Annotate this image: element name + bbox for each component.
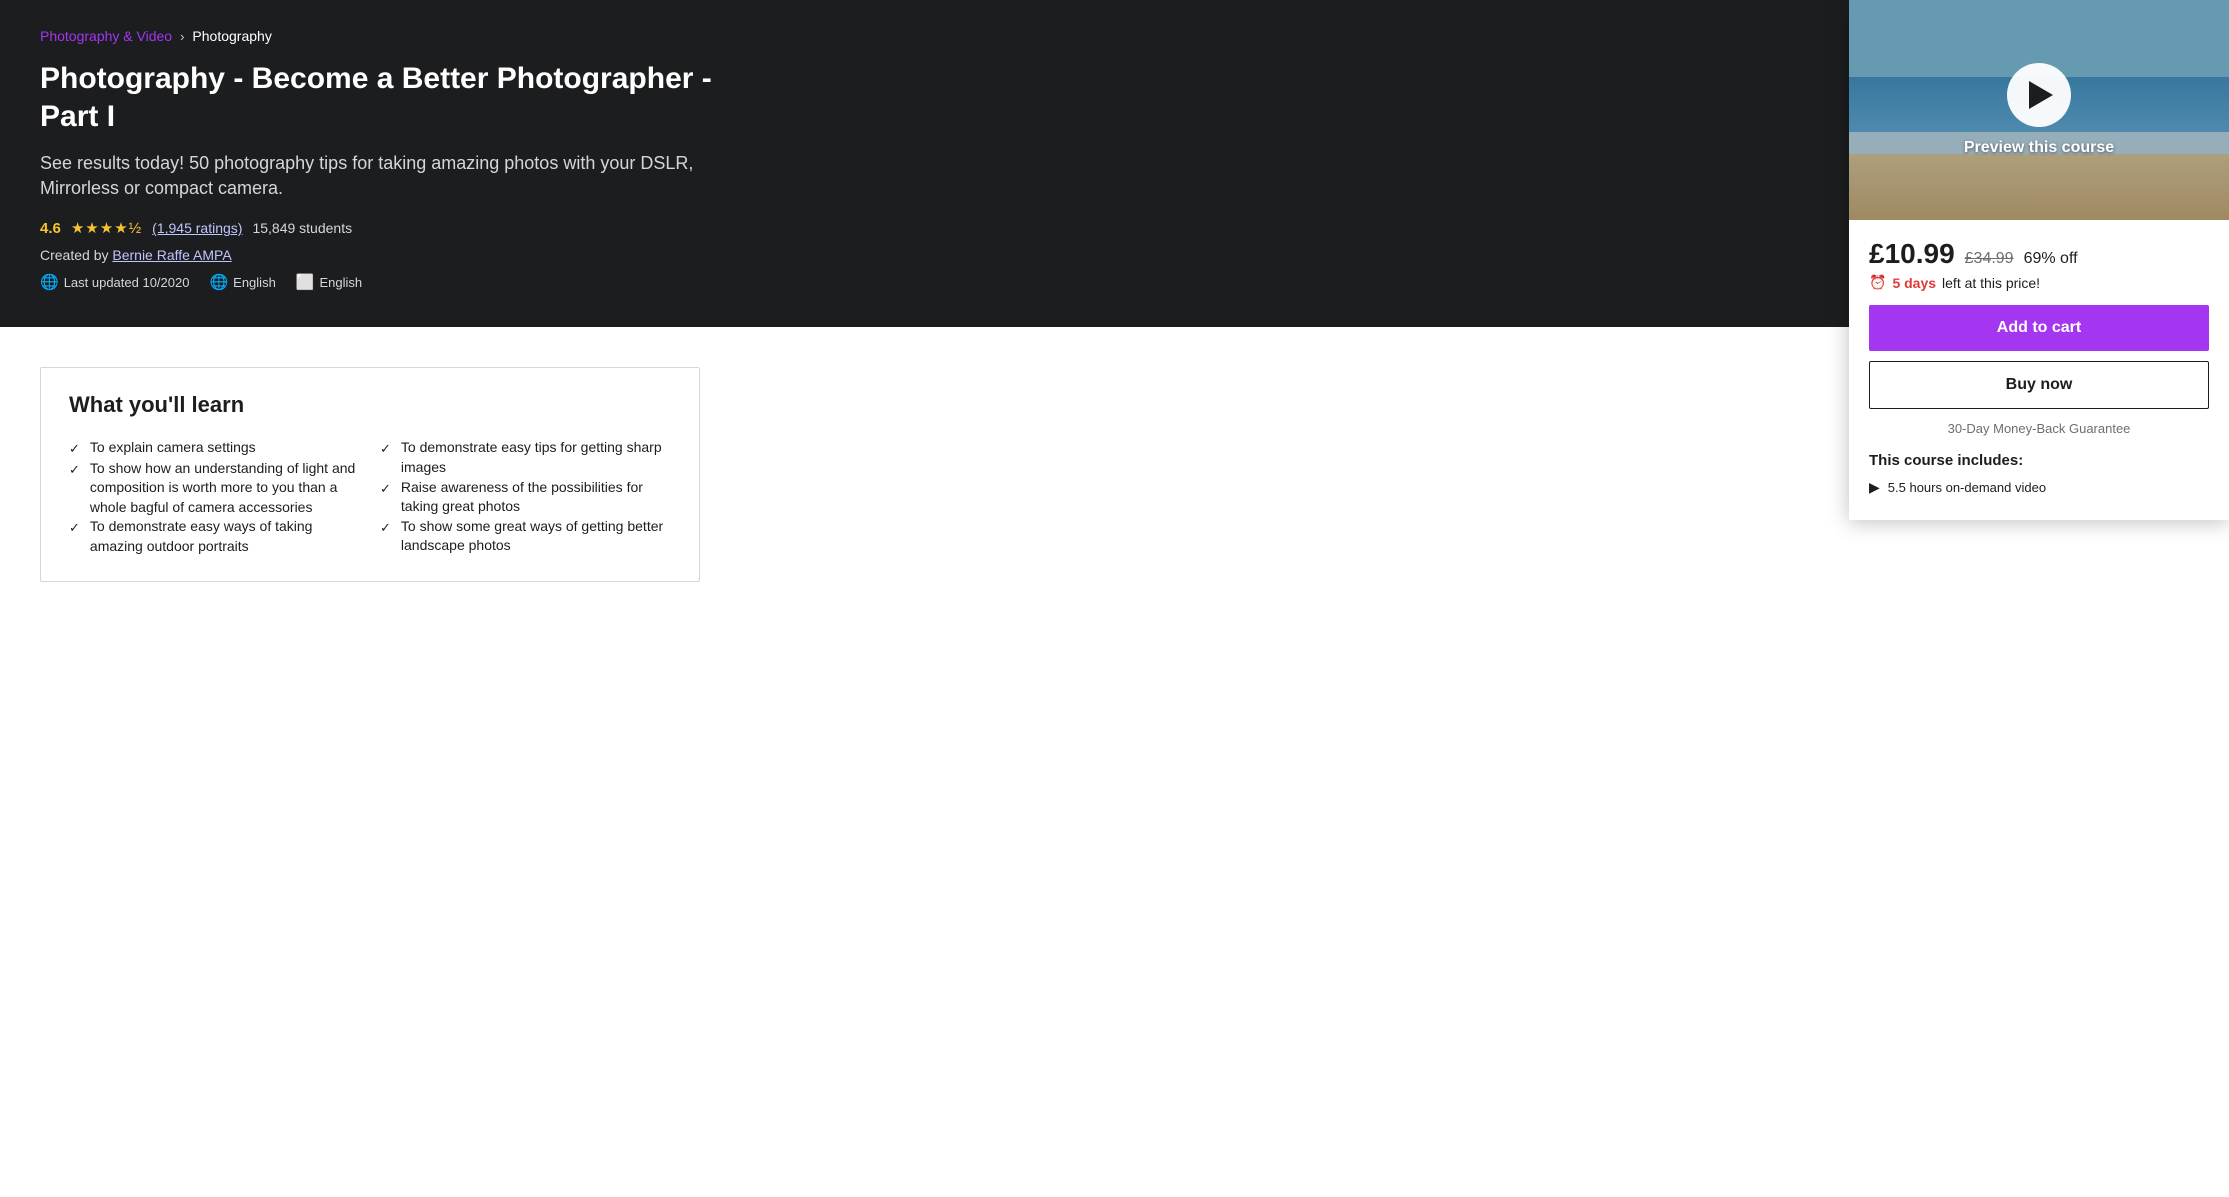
breadcrumb-parent-link[interactable]: Photography & Video: [40, 28, 172, 44]
includes-video-item: ▶ 5.5 hours on-demand video: [1869, 479, 2209, 496]
meta-row: 🌐 Last updated 10/2020 🌐 English ⬜ Engli…: [40, 273, 720, 291]
learn-col-right: ✓ To demonstrate easy tips for getting s…: [380, 438, 671, 556]
hero-content: Photography & Video › Photography Photog…: [40, 28, 720, 291]
breadcrumb-separator: ›: [180, 29, 184, 44]
captions-icon: ⬜: [296, 273, 315, 291]
card-body: £10.99 £34.99 69% off ⏰ 5 days left at t…: [1849, 220, 2229, 520]
captions-text: English: [319, 275, 362, 290]
urgency-row: ⏰ 5 days left at this price!: [1869, 274, 2209, 291]
list-item: ✓ To demonstrate easy ways of taking ama…: [69, 517, 360, 556]
meta-captions: ⬜ English: [296, 273, 362, 291]
current-price: £10.99: [1869, 238, 1955, 270]
learn-item-text: To explain camera settings: [90, 438, 256, 458]
includes-title: This course includes:: [1869, 452, 2209, 469]
list-item: ✓ To show some great ways of getting bet…: [380, 517, 671, 556]
play-button[interactable]: [2007, 63, 2071, 127]
creator-row: Created by Bernie Raffe AMPA: [40, 247, 720, 263]
preview-label: Preview this course: [1964, 139, 2114, 157]
check-icon: ✓: [380, 440, 391, 458]
list-item: ✓ To explain camera settings: [69, 438, 360, 458]
learn-item-text: To demonstrate easy tips for getting sha…: [401, 438, 671, 477]
last-updated-text: Last updated 10/2020: [64, 275, 190, 290]
list-item: ✓ To show how an understanding of light …: [69, 459, 360, 518]
stars: ★★★★½: [71, 219, 142, 237]
video-icon: ▶: [1869, 479, 1880, 496]
language-icon: 🌐: [209, 273, 228, 291]
students-count: 15,849 students: [252, 220, 352, 236]
learn-item-text: To demonstrate easy ways of taking amazi…: [90, 517, 360, 556]
learn-item-text: To show some great ways of getting bette…: [401, 517, 671, 556]
main-content: What you'll learn ✓ To explain camera se…: [0, 327, 740, 651]
includes-video-text: 5.5 hours on-demand video: [1888, 480, 2046, 495]
rating-count-link[interactable]: (1,945 ratings): [152, 220, 242, 236]
learn-item-text: Raise awareness of the possibilities for…: [401, 478, 671, 517]
meta-last-updated: 🌐 Last updated 10/2020: [40, 273, 189, 291]
breadcrumb: Photography & Video › Photography: [40, 28, 720, 44]
learn-box: What you'll learn ✓ To explain camera se…: [40, 367, 700, 581]
check-icon: ✓: [380, 519, 391, 537]
rating-score: 4.6: [40, 220, 61, 237]
play-icon: [2029, 81, 2053, 109]
list-item: ✓ Raise awareness of the possibilities f…: [380, 478, 671, 517]
clock-icon: ⏰: [1869, 274, 1886, 291]
course-card: Preview this course £10.99 £34.99 69% of…: [1849, 0, 2229, 520]
rating-row: 4.6 ★★★★½ (1,945 ratings) 15,849 student…: [40, 219, 720, 237]
guarantee-text: 30-Day Money-Back Guarantee: [1869, 421, 2209, 436]
learn-title: What you'll learn: [69, 392, 671, 418]
check-icon: ✓: [69, 519, 80, 537]
preview-thumbnail[interactable]: Preview this course: [1849, 0, 2229, 220]
hero-section: Photography & Video › Photography Photog…: [0, 0, 2229, 327]
list-item: ✓ To demonstrate easy tips for getting s…: [380, 438, 671, 477]
creator-prefix: Created by: [40, 247, 108, 263]
learn-grid: ✓ To explain camera settings ✓ To show h…: [69, 438, 671, 556]
course-subtitle: See results today! 50 photography tips f…: [40, 151, 720, 201]
check-icon: ✓: [69, 461, 80, 479]
learn-item-text: To show how an understanding of light an…: [90, 459, 360, 518]
language-text: English: [233, 275, 276, 290]
urgency-text: left at this price!: [1942, 275, 2040, 291]
learn-col-left: ✓ To explain camera settings ✓ To show h…: [69, 438, 360, 556]
check-icon: ✓: [69, 440, 80, 458]
play-overlay: Preview this course: [1849, 0, 2229, 220]
creator-link[interactable]: Bernie Raffe AMPA: [112, 247, 231, 263]
meta-language: 🌐 English: [209, 273, 275, 291]
price-row: £10.99 £34.99 69% off: [1869, 238, 2209, 270]
original-price: £34.99: [1965, 250, 2014, 268]
check-icon: ✓: [380, 480, 391, 498]
breadcrumb-current: Photography: [192, 28, 271, 44]
course-title: Photography - Become a Better Photograph…: [40, 60, 720, 135]
buy-now-button[interactable]: Buy now: [1869, 361, 2209, 409]
add-to-cart-button[interactable]: Add to cart: [1869, 305, 2209, 351]
discount-label: 69% off: [2024, 250, 2078, 268]
globe-icon: 🌐: [40, 273, 59, 291]
urgency-days: 5 days: [1892, 275, 1936, 291]
